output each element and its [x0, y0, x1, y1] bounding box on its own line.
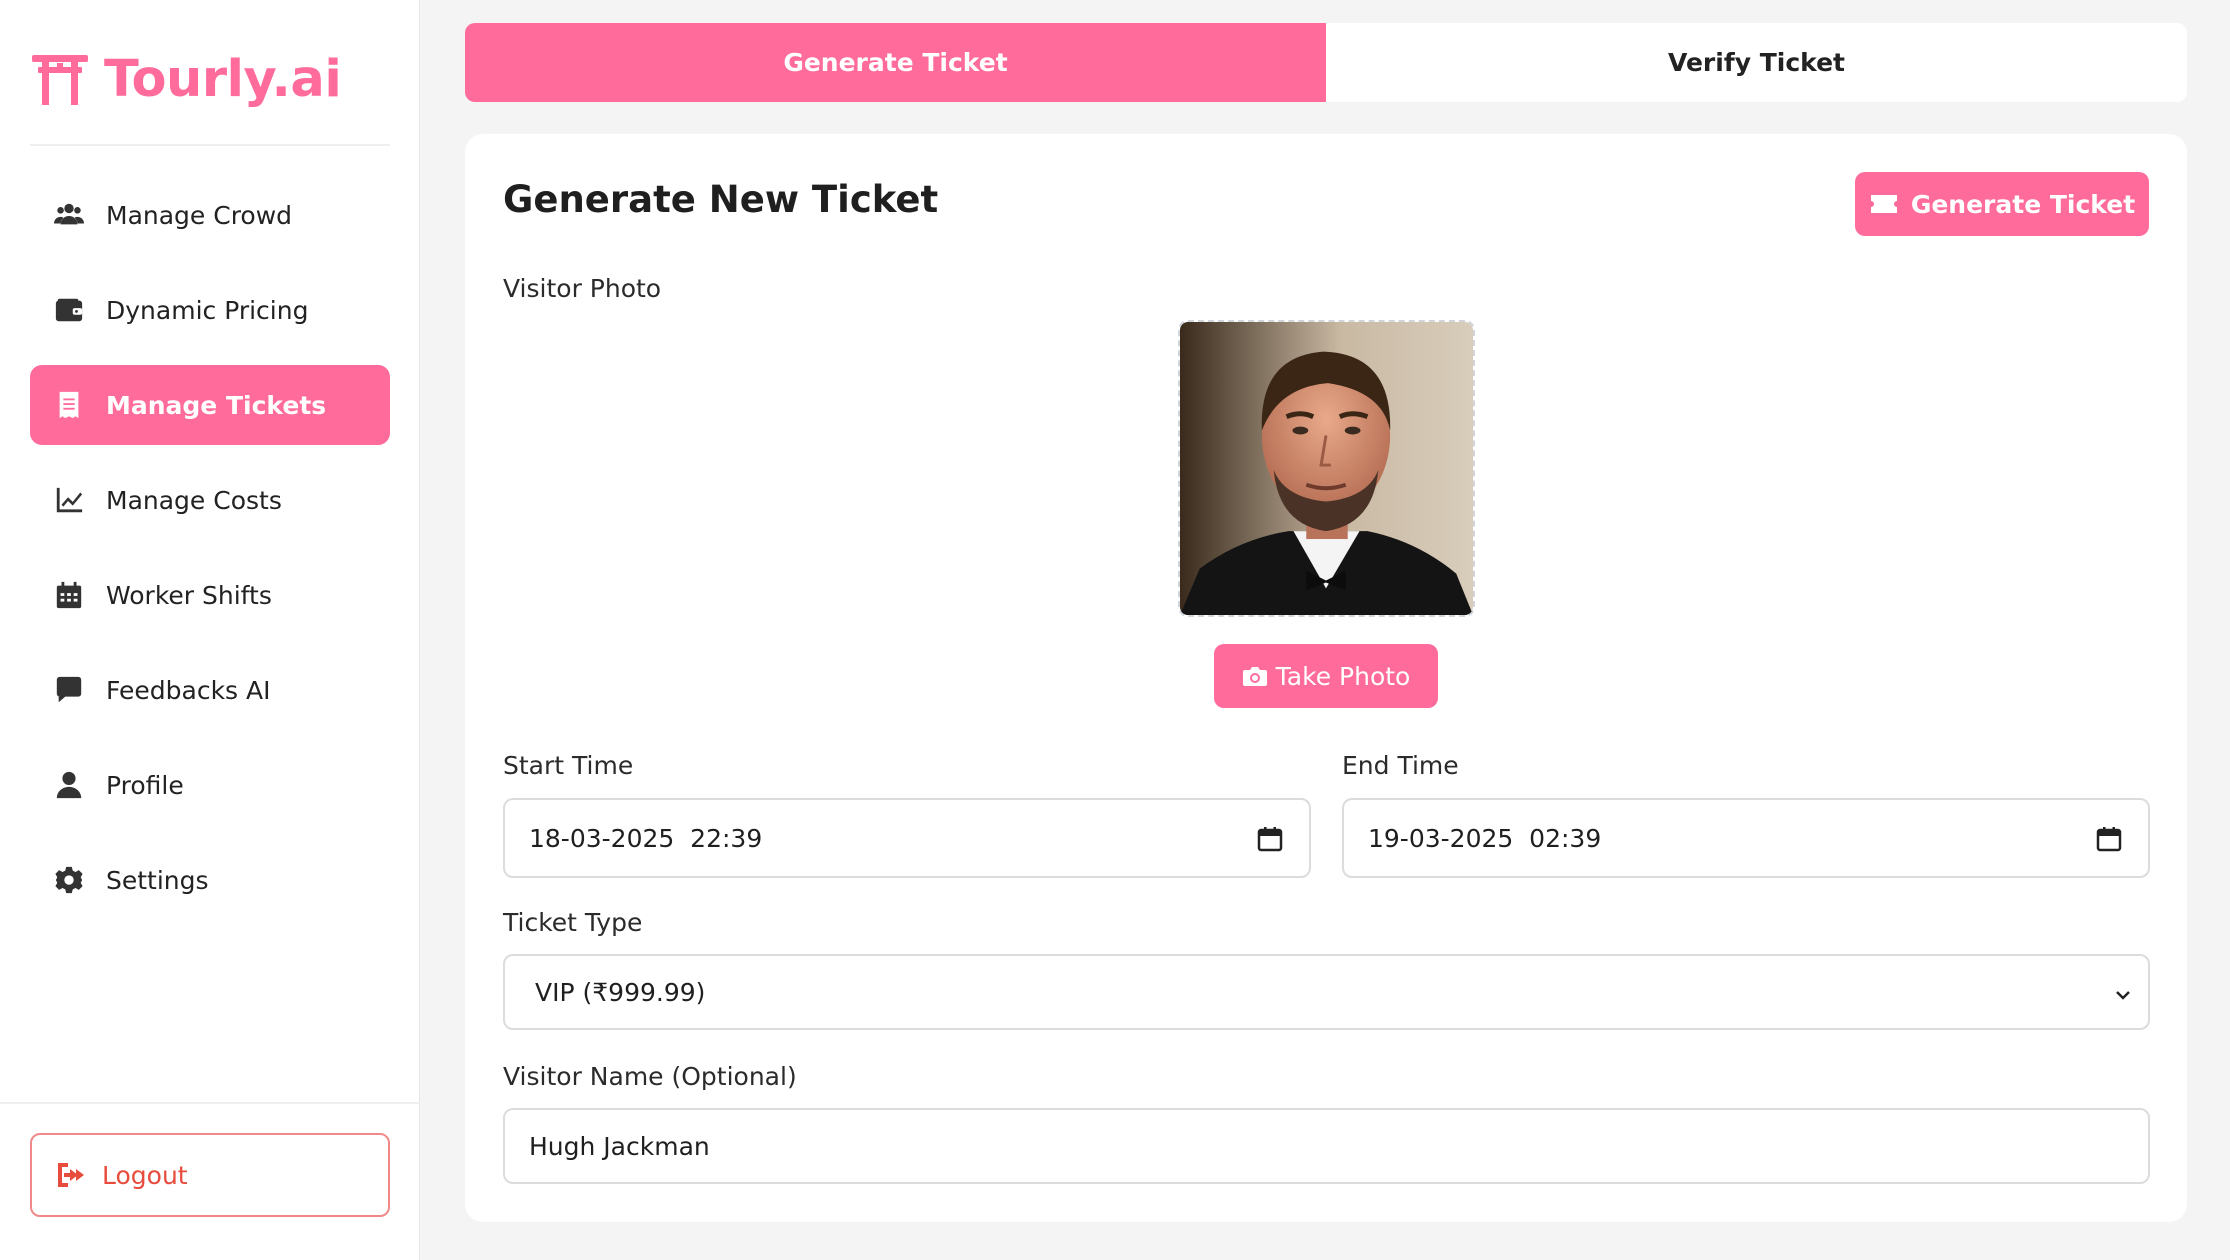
sidebar-item-label: Feedbacks AI: [106, 675, 271, 705]
user-icon: [50, 766, 88, 804]
sidebar-item-dynamic-pricing[interactable]: Dynamic Pricing: [30, 270, 390, 350]
sign-out-icon: [58, 1163, 84, 1187]
chevron-down-icon: [2116, 991, 2130, 1000]
end-time-input[interactable]: 19-03-2025 02:39: [1342, 798, 2150, 878]
ticket-type-label: Ticket Type: [503, 908, 643, 937]
visitor-name-input[interactable]: Hugh Jackman: [503, 1108, 2150, 1184]
sidebar-nav: Manage Crowd Dynamic Pricing Manage Tick…: [30, 175, 390, 935]
users-icon: [50, 196, 88, 234]
sidebar-item-profile[interactable]: Profile: [30, 745, 390, 825]
sidebar: Tourly.ai Manage Crowd Dynamic Pricing M…: [0, 0, 420, 1260]
sidebar-item-feedbacks-ai[interactable]: Feedbacks AI: [30, 650, 390, 730]
calendar-icon[interactable]: [1257, 826, 1283, 852]
brand-name: Tourly.ai: [104, 49, 342, 109]
generate-ticket-button[interactable]: Generate Ticket: [1855, 172, 2149, 236]
camera-icon: [1242, 667, 1267, 686]
gear-icon: [50, 861, 88, 899]
tab-verify-ticket[interactable]: Verify Ticket: [1326, 23, 2187, 102]
ticket-type-select[interactable]: VIP (₹999.99): [503, 954, 2150, 1030]
sidebar-item-manage-tickets[interactable]: Manage Tickets: [30, 365, 390, 445]
sidebar-item-worker-shifts[interactable]: Worker Shifts: [30, 555, 390, 635]
comment-icon: [50, 671, 88, 709]
calendar-icon: [50, 576, 88, 614]
logout-button[interactable]: Logout: [30, 1133, 390, 1217]
generate-ticket-card: Generate New Ticket Generate Ticket Visi…: [465, 134, 2187, 1222]
page-title: Generate New Ticket: [503, 178, 939, 221]
visitor-name-label: Visitor Name (Optional): [503, 1062, 797, 1091]
sidebar-item-settings[interactable]: Settings: [30, 840, 390, 920]
start-time-input[interactable]: 18-03-2025 22:39: [503, 798, 1311, 878]
sidebar-item-manage-costs[interactable]: Manage Costs: [30, 460, 390, 540]
logout-label: Logout: [102, 1160, 188, 1190]
brand-logo[interactable]: Tourly.ai: [30, 48, 342, 110]
sidebar-item-label: Profile: [106, 770, 184, 800]
end-time-label: End Time: [1342, 751, 1459, 780]
receipt-icon: [50, 386, 88, 424]
visitor-photo-label: Visitor Photo: [503, 274, 662, 303]
sidebar-item-label: Worker Shifts: [106, 580, 272, 610]
sidebar-divider: [0, 1102, 420, 1104]
calendar-icon[interactable]: [2096, 826, 2122, 852]
sidebar-divider: [30, 144, 390, 146]
wallet-icon: [50, 291, 88, 329]
end-time-value: 19-03-2025 02:39: [1368, 823, 1602, 853]
sidebar-item-label: Manage Costs: [106, 485, 282, 515]
ticket-tabs: Generate Ticket Verify Ticket: [465, 23, 2187, 102]
take-photo-button[interactable]: Take Photo: [1214, 644, 1438, 708]
sidebar-item-manage-crowd[interactable]: Manage Crowd: [30, 175, 390, 255]
sidebar-item-label: Dynamic Pricing: [106, 295, 309, 325]
torii-gate-icon: [32, 55, 88, 105]
visitor-name-value: Hugh Jackman: [529, 1131, 710, 1161]
visitor-photo: [1178, 320, 1475, 617]
ticket-icon: [1870, 195, 1897, 213]
sidebar-item-label: Settings: [106, 865, 209, 895]
generate-ticket-label: Generate Ticket: [1910, 189, 2136, 219]
take-photo-label: Take Photo: [1275, 661, 1411, 691]
sidebar-item-label: Manage Tickets: [106, 390, 327, 420]
ticket-type-value: VIP (₹999.99): [535, 977, 706, 1007]
start-time-label: Start Time: [503, 751, 634, 780]
sidebar-item-label: Manage Crowd: [106, 200, 293, 230]
start-time-value: 18-03-2025 22:39: [529, 823, 763, 853]
line-chart-icon: [50, 481, 88, 519]
tab-generate-ticket[interactable]: Generate Ticket: [465, 23, 1326, 102]
